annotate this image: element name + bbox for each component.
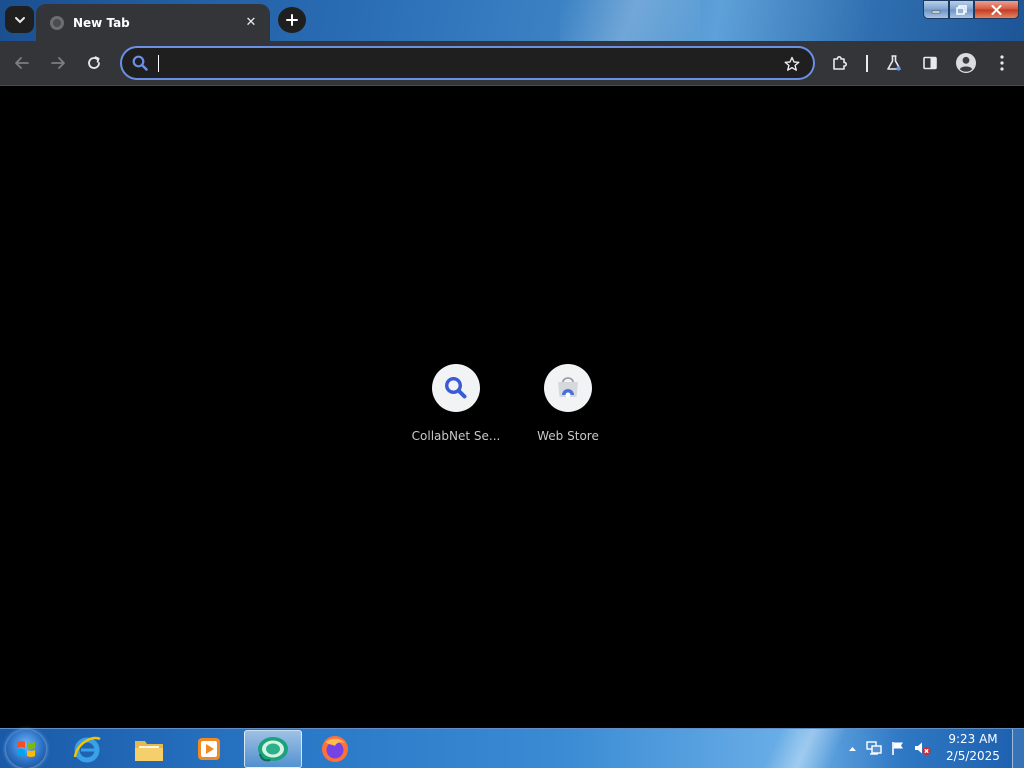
taskbar: 9:23 AM 2/5/2025 <box>0 728 1024 768</box>
tray-volume[interactable] <box>913 739 931 757</box>
clock-date: 2/5/2025 <box>946 749 1000 763</box>
tab-title: New Tab <box>73 15 130 30</box>
minimize-button[interactable] <box>923 0 949 19</box>
network-icon <box>866 741 882 755</box>
close-icon[interactable]: ✕ <box>242 14 260 32</box>
window-close-button[interactable] <box>974 0 1019 19</box>
taskbar-internet-explorer[interactable] <box>58 730 116 768</box>
kebab-menu-icon <box>1000 55 1004 71</box>
windows-logo-icon <box>17 741 35 757</box>
file-explorer-icon <box>135 741 163 761</box>
taskbar-firefox[interactable] <box>306 730 364 768</box>
start-button[interactable] <box>6 730 46 768</box>
restore-button[interactable] <box>949 0 974 19</box>
shortcut-collabnet-search[interactable]: CollabNet Se... <box>400 364 512 460</box>
volume-muted-icon <box>915 742 931 755</box>
profile-button[interactable] <box>953 50 979 76</box>
star-icon <box>784 56 800 71</box>
search-icon <box>444 376 467 399</box>
back-button[interactable] <box>7 48 37 78</box>
extensions-button[interactable] <box>827 50 853 76</box>
browser-toolbar <box>0 41 1024 86</box>
tray-network[interactable] <box>865 739 883 757</box>
tab-search-button[interactable] <box>5 6 34 33</box>
plus-icon <box>286 14 298 26</box>
title-bar: New Tab ✕ <box>0 0 1024 41</box>
taskbar-file-explorer[interactable] <box>120 730 178 768</box>
search-icon <box>129 52 151 74</box>
address-input[interactable] <box>156 52 766 74</box>
system-clock[interactable]: 9:23 AM 2/5/2025 <box>938 731 1008 765</box>
shortcut-icon-circle <box>544 364 592 412</box>
puzzle-icon <box>833 56 847 70</box>
show-hidden-icons-button[interactable] <box>843 739 861 757</box>
side-panel-icon <box>923 56 937 70</box>
avatar-icon <box>956 53 976 73</box>
flag-icon <box>892 742 903 755</box>
internet-explorer-icon <box>73 736 101 763</box>
shortcut-label: Web Store <box>537 429 599 443</box>
new-tab-button[interactable] <box>278 7 306 33</box>
menu-button[interactable] <box>989 50 1015 76</box>
tab-new-tab[interactable]: New Tab ✕ <box>36 4 270 41</box>
minimize-icon <box>931 10 941 13</box>
tray-action-center[interactable] <box>889 739 907 757</box>
toolbar-separator <box>866 55 868 72</box>
reload-icon <box>88 56 100 69</box>
arrow-left-icon <box>15 57 29 69</box>
clock-time: 9:23 AM <box>948 732 998 746</box>
address-bar[interactable] <box>120 46 815 80</box>
forward-button[interactable] <box>43 48 73 78</box>
chrome-icon <box>258 737 288 762</box>
arrow-right-icon <box>51 57 65 69</box>
labs-button[interactable] <box>881 50 907 76</box>
web-store-icon <box>558 377 578 398</box>
media-player-icon <box>198 738 220 760</box>
restore-icon <box>956 4 967 15</box>
shortcut-label: CollabNet Se... <box>411 429 501 443</box>
window-controls <box>923 0 1019 19</box>
close-icon <box>991 4 1002 15</box>
text-caret <box>158 55 159 72</box>
flask-icon <box>887 55 901 71</box>
chevron-up-icon <box>848 746 856 751</box>
bookmark-star-button[interactable] <box>781 53 803 75</box>
show-desktop-button[interactable] <box>1012 729 1024 768</box>
shortcut-web-store[interactable]: Web Store <box>512 364 624 460</box>
chevron-down-icon <box>14 16 25 23</box>
new-tab-page: CollabNet Se... Web Store <box>0 87 1024 728</box>
firefox-icon <box>322 736 348 762</box>
taskbar-media-player[interactable] <box>180 730 238 768</box>
reload-button[interactable] <box>79 48 109 78</box>
taskbar-chrome[interactable] <box>244 730 302 768</box>
shortcut-icon-circle <box>432 364 480 412</box>
side-panel-button[interactable] <box>917 50 943 76</box>
globe-icon <box>50 15 64 30</box>
